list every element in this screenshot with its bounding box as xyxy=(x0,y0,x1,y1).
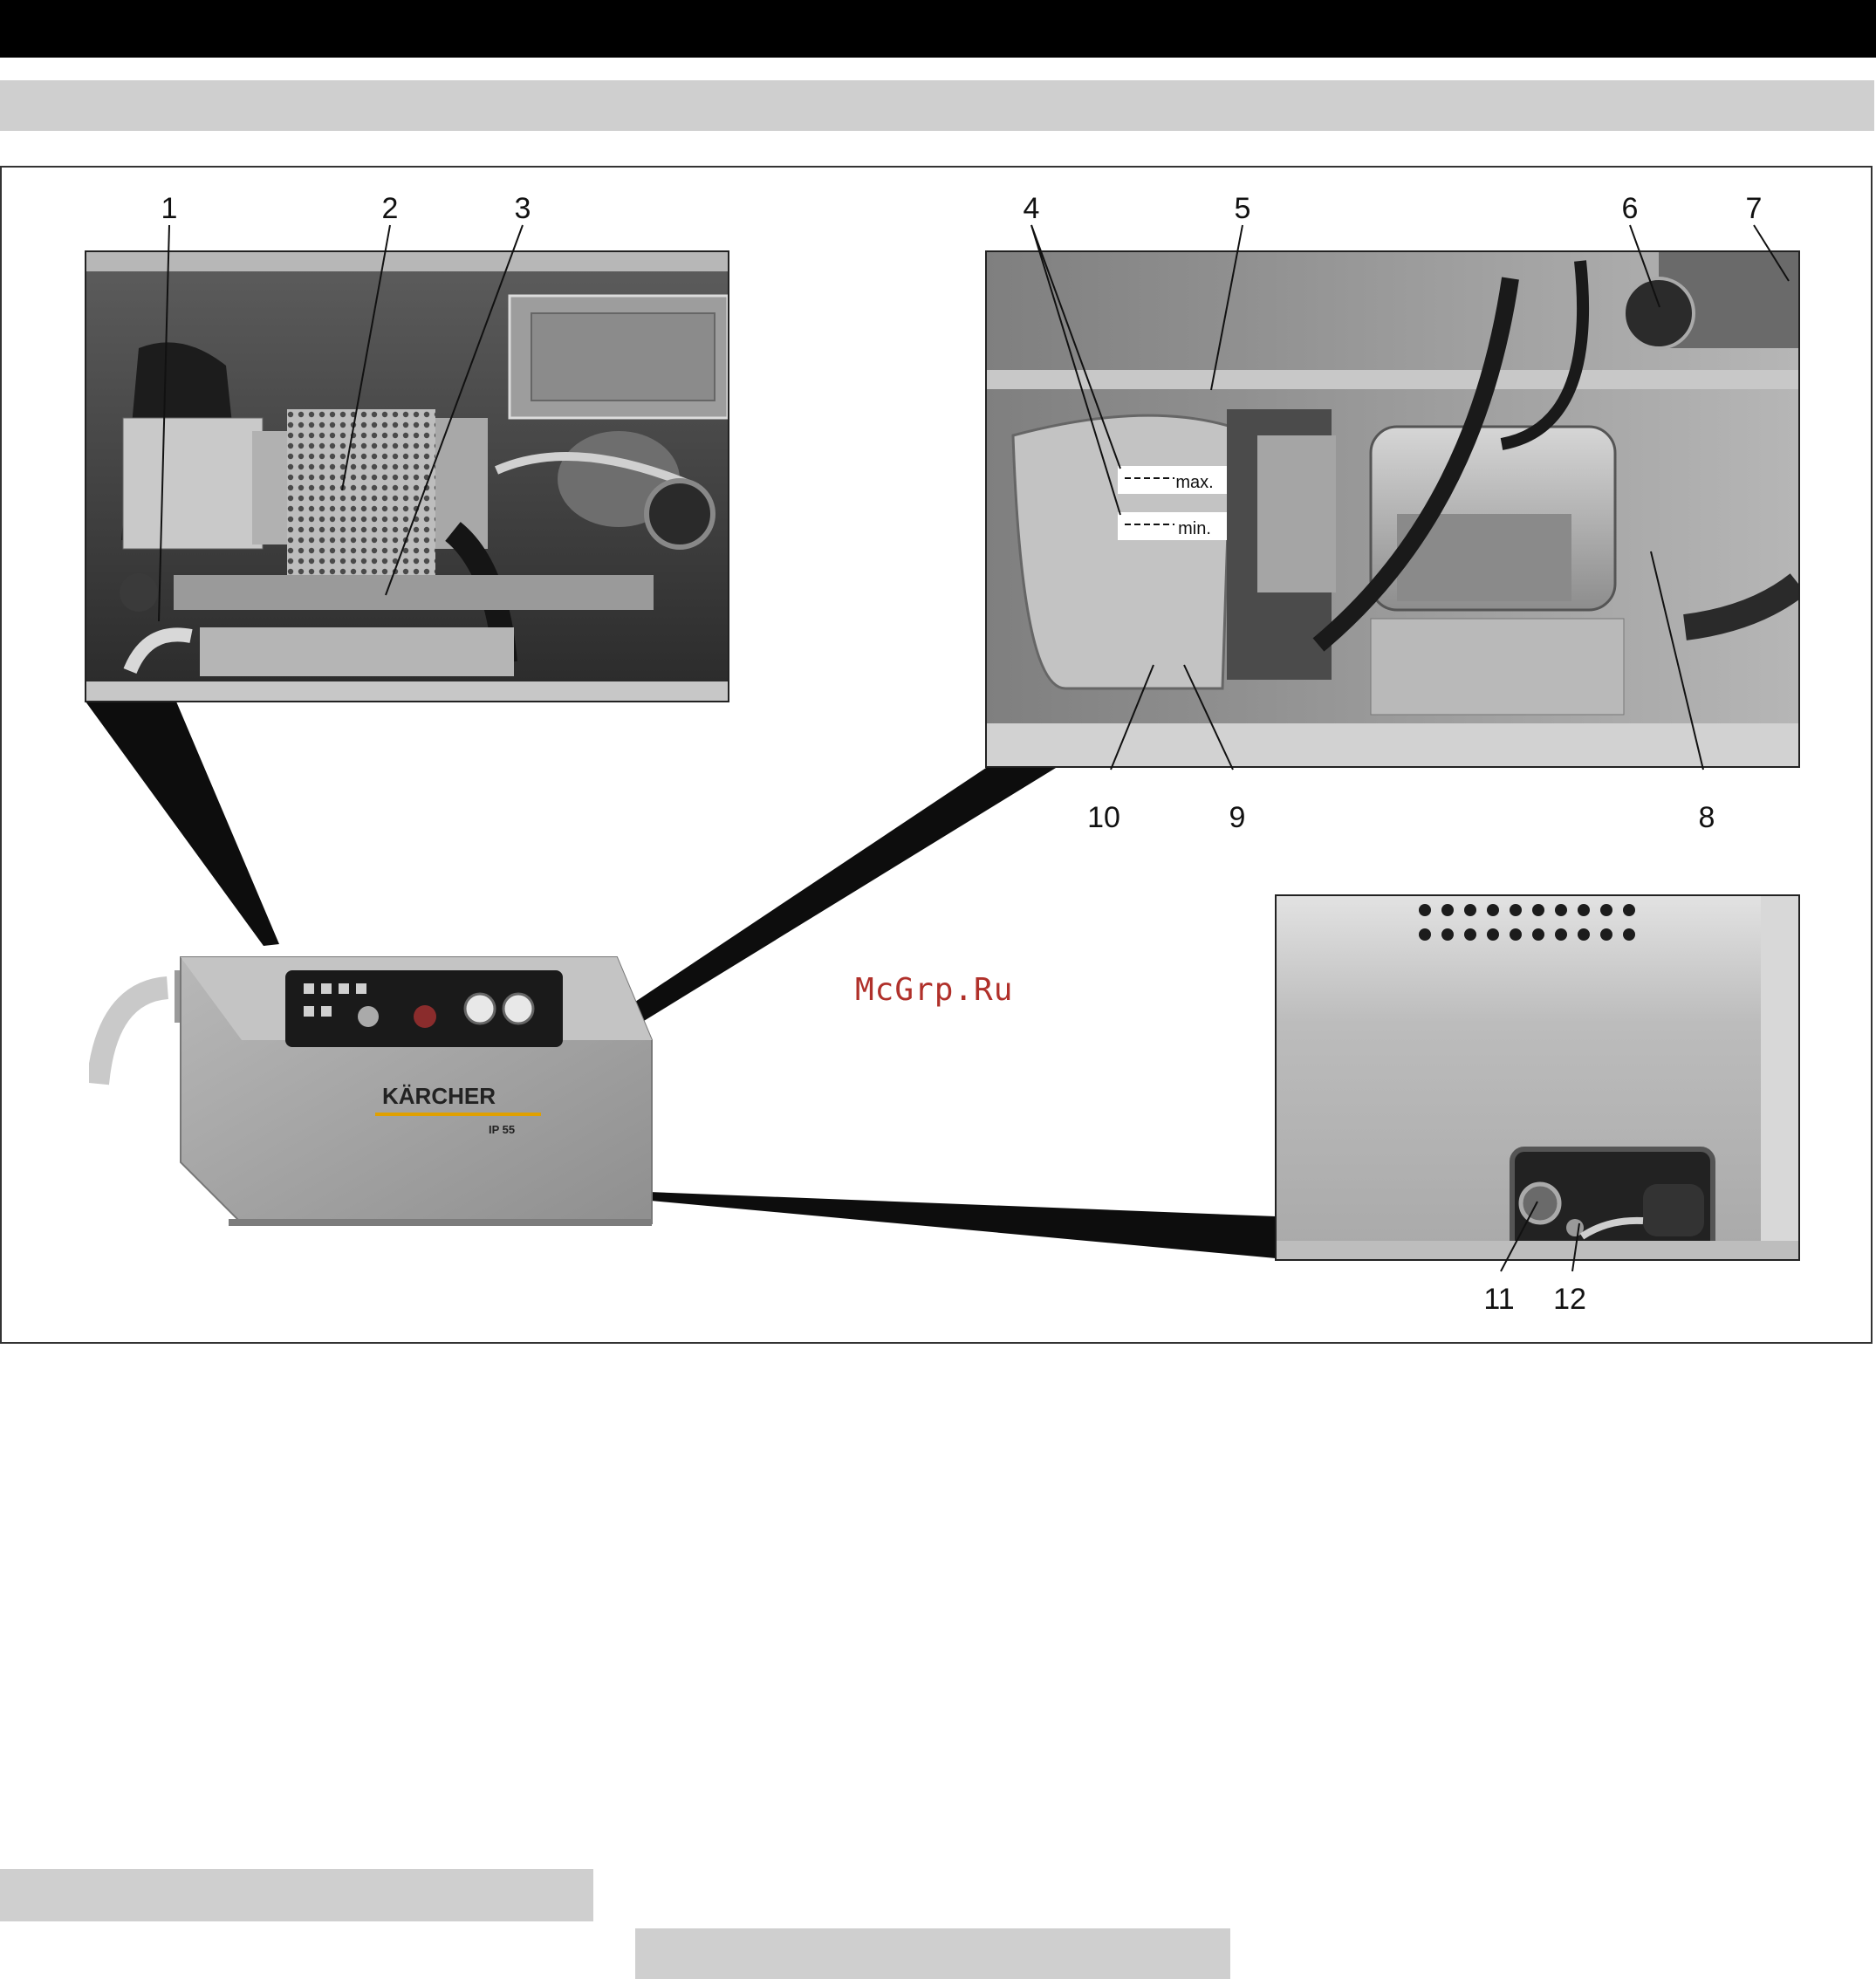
connector-wedge-bottom xyxy=(649,1192,1276,1258)
callout-10: 10 xyxy=(1087,801,1120,834)
callout-5: 5 xyxy=(1234,192,1251,225)
callout-4: 4 xyxy=(1023,192,1040,225)
machine-brand: KÄRCHER xyxy=(382,1083,496,1109)
photo-top-right: max. min. xyxy=(985,250,1800,768)
tank-min-label: min. xyxy=(1178,519,1211,538)
callout-3: 3 xyxy=(514,192,531,225)
machine-photo: KÄRCHER IP 55 xyxy=(86,940,656,1254)
callout-1: 1 xyxy=(161,192,178,225)
footer-grey-bar-left xyxy=(0,1869,593,1921)
callout-12: 12 xyxy=(1553,1283,1586,1316)
callout-11: 11 xyxy=(1483,1283,1515,1316)
callout-8: 8 xyxy=(1698,801,1715,834)
callout-9: 9 xyxy=(1229,801,1246,834)
header-black-bar xyxy=(0,0,1876,58)
photo-top-left xyxy=(85,250,729,702)
footer-grey-bar-middle xyxy=(635,1928,1230,1979)
callout-7: 7 xyxy=(1745,192,1763,225)
tank-max-label: max. xyxy=(1175,473,1213,492)
callout-6: 6 xyxy=(1621,192,1639,225)
connector-wedge-left xyxy=(86,702,279,946)
photo-bottom-right xyxy=(1275,894,1800,1261)
machine-rating: IP 55 xyxy=(489,1123,515,1136)
header-grey-band xyxy=(0,80,1874,131)
figure-frame: max. min. KÄRCHER IP 55 1 2 3 4 5 6 7 10… xyxy=(0,166,1873,1344)
watermark: McGrp.Ru xyxy=(855,972,1014,1008)
callout-2: 2 xyxy=(381,192,399,225)
